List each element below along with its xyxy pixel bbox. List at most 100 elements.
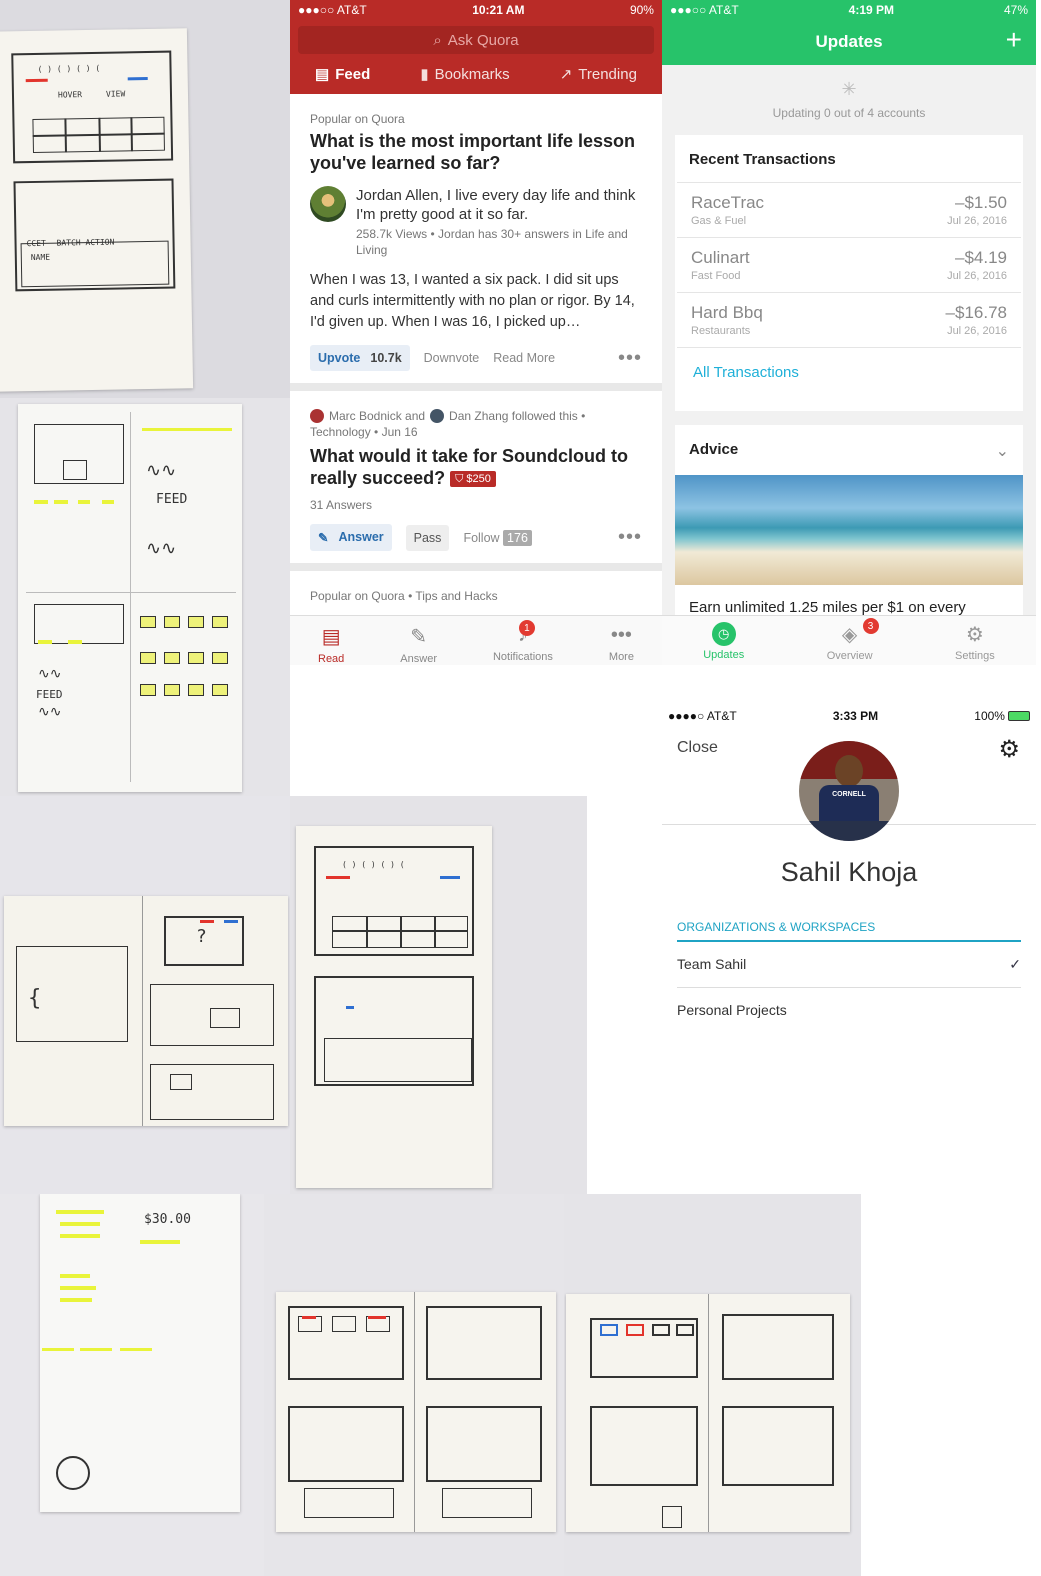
- org-item-team-sahil[interactable]: Team Sahil ✓: [677, 942, 1021, 988]
- time-label: 10:21 AM: [472, 3, 525, 17]
- quora-header: ●●●○○ AT&T 10:21 AM 90% ⌕ Ask Quora ▤ Fee…: [290, 0, 662, 94]
- read-icon: ▤: [321, 626, 341, 648]
- gear-icon[interactable]: ⚙: [998, 735, 1020, 764]
- profile-name: Sahil Khoja: [780, 857, 918, 887]
- carrier-label: ●●●●○ AT&T: [668, 709, 737, 723]
- tab-bookmarks[interactable]: ▮ Bookmarks: [420, 65, 509, 84]
- tab-overview[interactable]: ◈ 3 Overview: [827, 618, 879, 665]
- transaction-row[interactable]: RaceTrac Gas & Fuel –$1.50 Jul 26, 2016: [677, 182, 1021, 237]
- transaction-row[interactable]: Hard Bbq Restaurants –$16.78 Jul 26, 2016: [677, 292, 1021, 347]
- sketch-photo-1: ( ) ( ) ( ) ( HOVER VIEW CCET BATCH ACTI…: [0, 0, 290, 398]
- card-title: Advice: [689, 441, 739, 458]
- sketch-label-amount: $30.00: [144, 1212, 191, 1227]
- org-item-personal-projects[interactable]: Personal Projects: [677, 988, 1021, 1032]
- tab-answer[interactable]: ✎ Answer: [400, 624, 437, 665]
- clock-icon: ◷: [711, 622, 736, 646]
- beach-image: [675, 475, 1023, 585]
- all-transactions-link[interactable]: All Transactions: [677, 347, 1021, 381]
- avatar: [310, 409, 324, 423]
- time-label: 3:33 PM: [832, 709, 879, 723]
- sketch-label-feed-2: FEED: [36, 688, 63, 701]
- sketch-photo-4: ( ) ( ) ( ) (: [290, 796, 587, 1194]
- feed-icon: ▤: [315, 66, 330, 83]
- bounty-badge: ⛉ $250: [450, 471, 496, 488]
- more-options-icon[interactable]: •••: [618, 347, 642, 370]
- profile-header: Close ⚙ CORNELL: [662, 727, 1036, 841]
- search-placeholder: Ask Quora: [447, 31, 519, 49]
- search-input[interactable]: ⌕ Ask Quora: [298, 26, 654, 54]
- recent-transactions-card: Recent Transactions RaceTrac Gas & Fuel –…: [675, 135, 1023, 411]
- answer-meta: 258.7k Views • Jordan has 30+ answers in…: [356, 227, 628, 257]
- battery-label: 100%: [974, 709, 1030, 723]
- section-header: ORGANIZATIONS & WORKSPACES: [677, 920, 1021, 942]
- status-bar: ●●●○○ AT&T 10:21 AM 90%: [290, 0, 662, 20]
- pencil-icon: ✎: [318, 531, 329, 546]
- tab-feed[interactable]: ▤ Feed: [315, 65, 370, 84]
- topic-line[interactable]: Technology • Jun 16: [310, 425, 642, 439]
- quora-tab-bar: ▤Read ✎Answer ♪1Notifications •••More: [290, 615, 662, 665]
- avatar[interactable]: CORNELL: [799, 741, 899, 841]
- more-options-icon[interactable]: •••: [618, 526, 642, 549]
- sketch-photo-2: FEED ∿∿ ∿∿ FEED ∿∿ ∿∿: [0, 398, 290, 796]
- advice-text[interactable]: Earn unlimited 1.25 miles per $1 on ever…: [675, 585, 1023, 615]
- question-title[interactable]: What would it take for Soundcloud to rea…: [310, 445, 642, 490]
- overview-badge: 3: [862, 618, 879, 634]
- sketch-label-view: VIEW: [105, 89, 126, 99]
- chevron-down-icon[interactable]: ⌄: [996, 441, 1009, 461]
- battery-icon: [1007, 711, 1030, 721]
- tab-settings[interactable]: ⚙ Settings: [955, 622, 995, 665]
- card-title: Recent Transactions: [689, 151, 836, 168]
- follow-button[interactable]: Follow 176: [463, 529, 532, 546]
- sketch-label-ccet: CCET: [26, 238, 46, 249]
- checkmark-icon: ✓: [1009, 956, 1021, 972]
- card-source: Popular on Quora: [310, 112, 405, 126]
- sketch-photo-3: { ?: [0, 796, 290, 1194]
- downvote-button[interactable]: Downvote: [424, 351, 480, 365]
- sketch-photo-6: [264, 1194, 564, 1576]
- read-more-link[interactable]: Read More: [493, 351, 555, 365]
- battery-label: 47%: [1003, 3, 1028, 17]
- follow-count: 176: [503, 529, 532, 546]
- transaction-row[interactable]: Culinart Fast Food –$4.19 Jul 26, 2016: [677, 237, 1021, 292]
- card-source: Popular on Quora • Tips and Hacks: [310, 589, 498, 604]
- avatar: [430, 409, 445, 423]
- upvote-button[interactable]: Upvote 10.7k: [310, 345, 410, 371]
- avatar[interactable]: [310, 186, 346, 222]
- add-icon[interactable]: +: [1006, 26, 1022, 54]
- mint-header: ●●●○○ AT&T 4:19 PM 47% Updates +: [662, 0, 1036, 65]
- tab-notifications[interactable]: ♪1Notifications: [493, 620, 553, 665]
- update-status: ✳ Updating 0 out of 4 accounts: [662, 65, 1036, 135]
- sketch-photo-7: [564, 1194, 861, 1576]
- tab-read[interactable]: ▤ Read: [318, 624, 344, 665]
- time-label: 4:19 PM: [848, 3, 895, 17]
- question-card-3: Popular on Quora • Tips and Hacks: [290, 571, 662, 603]
- pass-button[interactable]: Pass: [405, 524, 450, 551]
- close-button[interactable]: Close: [677, 739, 718, 757]
- upvote-count: 10.7k: [370, 351, 402, 365]
- bookmark-icon: ▮: [420, 66, 429, 83]
- question-actions: ✎ Answer Pass Follow 176 •••: [310, 524, 642, 563]
- answers-count[interactable]: 31 Answers: [310, 498, 642, 512]
- answer-body[interactable]: When I was 13, I wanted a six pack. I di…: [310, 270, 642, 333]
- author-name[interactable]: Jordan Allen, I live every day life and …: [356, 186, 642, 224]
- sketch-label-name: NAME: [30, 252, 51, 263]
- carrier-label: ●●●○○ AT&T: [298, 3, 367, 17]
- mint-tab-bar: ◷ Updates ◈ 3 Overview ⚙ Settings: [662, 615, 1036, 665]
- status-bar: ●●●○○ AT&T 4:19 PM 47%: [662, 0, 1036, 20]
- sketch-label-feed-1: FEED: [156, 492, 188, 507]
- notification-badge: 1: [518, 620, 535, 636]
- sketch-label-hover: HOVER: [57, 90, 83, 100]
- profile-screen: ●●●●○ AT&T 3:33 PM 100% Close ⚙ CORNELL …: [662, 705, 1036, 1065]
- tab-more[interactable]: ••• More: [609, 624, 634, 665]
- answer-actions: Upvote 10.7k Downvote Read More •••: [310, 345, 642, 383]
- mint-screen: ●●●○○ AT&T 4:19 PM 47% Updates + ✳ Updat…: [662, 0, 1036, 665]
- battery-label: 90%: [629, 3, 654, 17]
- question-title[interactable]: What is the most important life lesson y…: [310, 130, 642, 174]
- pencil-icon: ✎: [410, 626, 428, 648]
- author-row: Jordan Allen, I live every day life and …: [310, 186, 642, 258]
- answer-button[interactable]: ✎ Answer: [310, 524, 392, 552]
- shirt-text: CORNELL: [819, 785, 879, 825]
- spinner-icon: ✳: [841, 79, 857, 99]
- tab-updates[interactable]: ◷ Updates: [703, 622, 744, 665]
- tab-trending[interactable]: ↗ Trending: [560, 65, 637, 84]
